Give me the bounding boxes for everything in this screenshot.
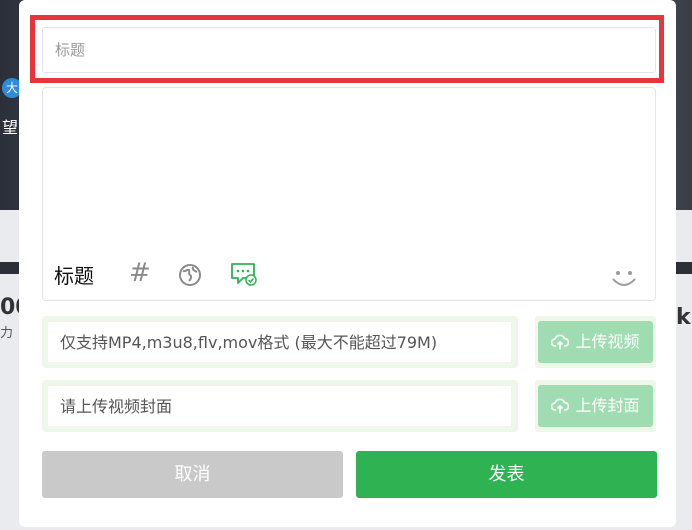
submit-button[interactable]: 发表 xyxy=(356,451,657,498)
editor-toolbar: 标题 # xyxy=(43,258,655,292)
background-sub-left: 力 xyxy=(0,326,14,341)
toolbar-title-button[interactable]: 标题 xyxy=(54,260,94,289)
cancel-button[interactable]: 取消 xyxy=(42,451,343,498)
upload-cover-frame: 上传封面 xyxy=(535,380,656,432)
globe-icon[interactable] xyxy=(178,263,202,287)
title-input[interactable] xyxy=(42,27,656,73)
video-field-frame: 仅支持MP4,m3u8,flv,mov格式 (最大不能超过79M) xyxy=(42,316,518,368)
smile-icon[interactable] xyxy=(609,262,639,292)
upload-video-label: 上传视频 xyxy=(575,332,640,351)
cover-field-frame: 请上传视频封面 xyxy=(42,380,518,432)
upload-cover-button[interactable]: 上传封面 xyxy=(538,385,653,427)
cloud-upload-icon xyxy=(551,398,570,413)
publish-dialog: 标题 # xyxy=(19,0,676,527)
upload-video-frame: 上传视频 xyxy=(535,316,656,368)
cover-path-field[interactable]: 请上传视频封面 xyxy=(47,385,512,427)
background-side-text: 望 xyxy=(2,118,19,137)
content-editor[interactable]: 标题 # xyxy=(42,87,656,301)
video-path-field[interactable]: 仅支持MP4,m3u8,flv,mov格式 (最大不能超过79M) xyxy=(47,321,512,363)
upload-video-button[interactable]: 上传视频 xyxy=(538,321,653,363)
upload-cover-label: 上传封面 xyxy=(575,396,640,415)
video-upload-row: 仅支持MP4,m3u8,flv,mov格式 (最大不能超过79M) 上传视频 xyxy=(42,316,656,368)
cover-upload-row: 请上传视频封面 上传封面 xyxy=(42,380,656,432)
hashtag-button[interactable]: # xyxy=(129,258,151,288)
cloud-upload-icon xyxy=(551,334,570,349)
chat-icon[interactable] xyxy=(230,261,258,287)
background-digits-right: k1 xyxy=(676,305,692,330)
